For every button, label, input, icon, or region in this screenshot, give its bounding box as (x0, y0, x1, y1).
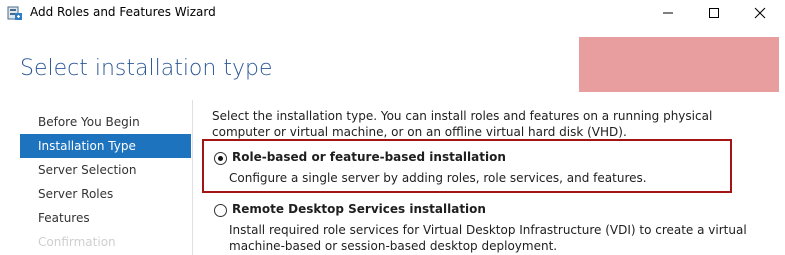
wizard-steps-sidebar: Before You Begin Installation Type Serve… (20, 110, 191, 254)
highlight-box (202, 139, 732, 193)
minimize-button[interactable] (645, 0, 691, 26)
option-remote-desktop-label[interactable]: Remote Desktop Services installation (232, 202, 486, 216)
maximize-icon (709, 8, 719, 18)
sidebar-item-confirmation: Confirmation (38, 235, 116, 249)
page-title: Select installation type (20, 56, 273, 81)
close-button[interactable] (737, 0, 783, 26)
redacted-area (579, 37, 779, 92)
sidebar-item-installation-type[interactable]: Installation Type (20, 134, 191, 158)
window-title: Add Roles and Features Wizard (30, 5, 216, 19)
installation-type-description: Select the installation type. You can in… (212, 109, 713, 139)
sidebar-item-before-you-begin[interactable]: Before You Begin (20, 110, 191, 134)
option-remote-desktop-description: Install required role services for Virtu… (229, 223, 747, 253)
minimize-icon (663, 12, 673, 14)
title-bar: Add Roles and Features Wizard (0, 0, 785, 26)
main-content: Select the installation type. You can in… (212, 108, 772, 253)
server-manager-icon (7, 6, 22, 20)
sidebar-item-server-selection[interactable]: Server Selection (20, 158, 191, 182)
sidebar-divider (192, 100, 193, 255)
radio-remote-desktop[interactable] (214, 204, 227, 217)
sidebar-item-features[interactable]: Features (20, 206, 191, 230)
sidebar-item-server-roles[interactable]: Server Roles (20, 182, 191, 206)
close-icon (754, 7, 766, 19)
maximize-button[interactable] (691, 0, 737, 26)
